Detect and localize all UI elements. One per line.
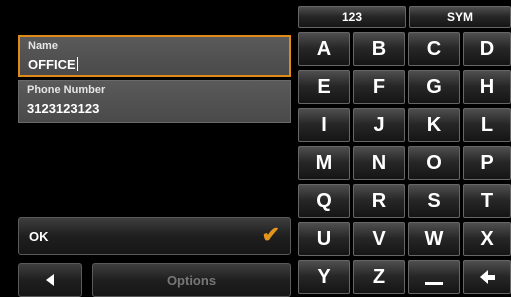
key-e[interactable]: E — [298, 70, 350, 104]
key-z[interactable]: Z — [353, 260, 405, 294]
key-h-label: H — [479, 75, 495, 98]
key-s-label: S — [427, 189, 441, 212]
phone-number-field-value: 3123123123 — [27, 101, 100, 116]
key-r[interactable]: R — [353, 184, 405, 218]
key-l-label: L — [480, 113, 494, 136]
key-i[interactable]: I — [298, 108, 350, 142]
key-n-label: N — [371, 151, 387, 174]
key-space[interactable] — [408, 260, 460, 294]
key-i-label: I — [321, 113, 327, 136]
phone-number-field-label: Phone Number — [27, 84, 106, 96]
arrow-left-icon — [46, 274, 54, 286]
key-q[interactable]: Q — [298, 184, 350, 218]
key-y-label: Y — [317, 265, 331, 288]
key-p[interactable]: P — [463, 146, 511, 180]
key-w-label: W — [424, 227, 444, 250]
key-mode-sym[interactable]: SYM — [409, 6, 511, 28]
name-field-value: OFFICE — [28, 57, 78, 72]
key-e-label: E — [317, 75, 331, 98]
key-a-label: A — [316, 37, 332, 60]
key-y[interactable]: Y — [298, 260, 350, 294]
key-a[interactable]: A — [298, 32, 350, 66]
key-d[interactable]: D — [463, 32, 511, 66]
key-x[interactable]: X — [463, 222, 511, 256]
back-button[interactable] — [18, 263, 82, 297]
name-field[interactable]: Name OFFICE — [18, 35, 291, 77]
key-p-label: P — [480, 151, 494, 174]
key-u-label: U — [316, 227, 332, 250]
text-caret — [76, 57, 78, 71]
checkmark-icon: ✔ — [261, 222, 280, 247]
key-c-label: C — [426, 37, 442, 60]
key-c[interactable]: C — [408, 32, 460, 66]
key-m[interactable]: M — [298, 146, 350, 180]
key-b-label: B — [371, 37, 387, 60]
key-mode-123-label: 123 — [341, 10, 363, 24]
key-k[interactable]: K — [408, 108, 460, 142]
key-m-label: M — [315, 151, 333, 174]
key-backspace[interactable] — [463, 260, 511, 294]
options-button[interactable]: Options — [92, 263, 291, 297]
name-field-label: Name — [28, 40, 58, 52]
ok-button-label: OK — [29, 229, 49, 244]
key-g-label: G — [426, 75, 442, 98]
ok-button[interactable]: OK ✔ — [18, 217, 291, 255]
key-l[interactable]: L — [463, 108, 511, 142]
key-d-label: D — [479, 37, 495, 60]
key-o[interactable]: O — [408, 146, 460, 180]
key-g[interactable]: G — [408, 70, 460, 104]
key-mode-123[interactable]: 123 — [298, 6, 406, 28]
key-f-label: F — [372, 75, 386, 98]
key-f[interactable]: F — [353, 70, 405, 104]
key-v-label: V — [372, 227, 386, 250]
key-s[interactable]: S — [408, 184, 460, 218]
key-k-label: K — [426, 113, 442, 136]
space-icon — [425, 281, 443, 285]
phone-number-field[interactable]: Phone Number 3123123123 — [18, 80, 291, 123]
key-o-label: O — [426, 151, 442, 174]
key-q-label: Q — [316, 189, 332, 212]
key-n[interactable]: N — [353, 146, 405, 180]
key-x-label: X — [480, 227, 494, 250]
key-t[interactable]: T — [463, 184, 511, 218]
key-mode-sym-label: SYM — [446, 10, 473, 24]
key-v[interactable]: V — [353, 222, 405, 256]
key-j-label: J — [373, 113, 385, 136]
key-b[interactable]: B — [353, 32, 405, 66]
key-t-label: T — [480, 189, 494, 212]
key-h[interactable]: H — [463, 70, 511, 104]
key-z-label: Z — [372, 265, 386, 288]
key-j[interactable]: J — [353, 108, 405, 142]
key-r-label: R — [371, 189, 387, 212]
options-button-label: Options — [166, 272, 217, 288]
key-w[interactable]: W — [408, 222, 460, 256]
backspace-icon — [479, 270, 495, 284]
key-u[interactable]: U — [298, 222, 350, 256]
